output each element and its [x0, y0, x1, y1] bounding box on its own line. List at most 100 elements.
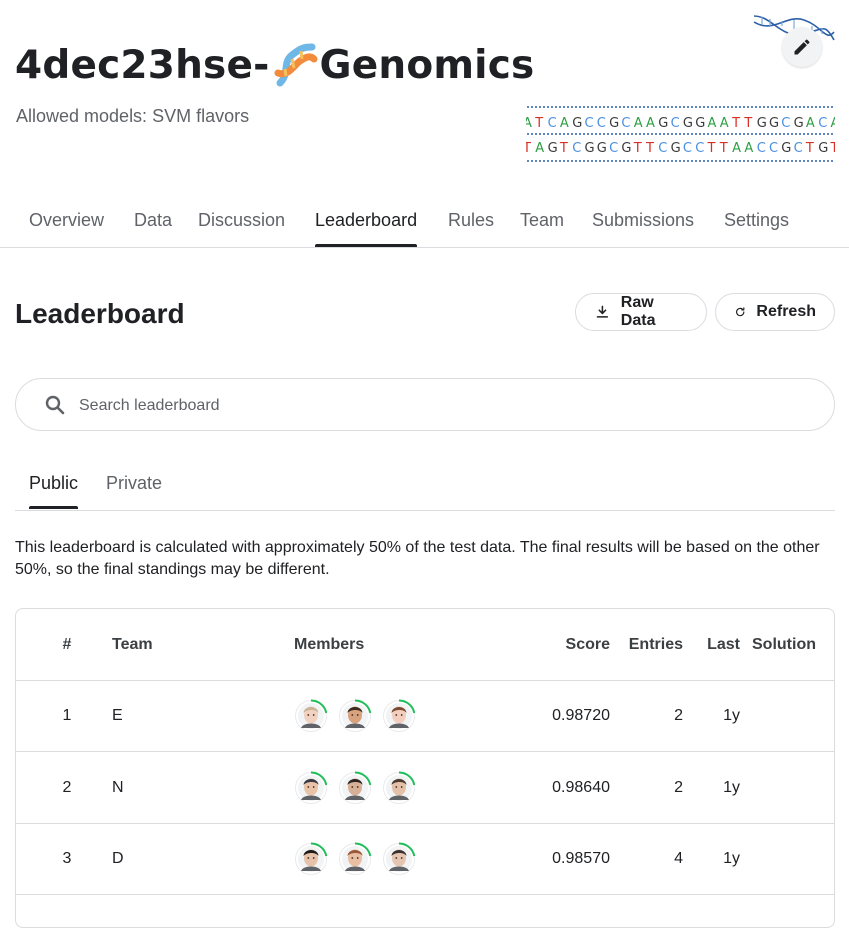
edit-button[interactable]	[782, 27, 822, 67]
tab-data[interactable]: Data	[134, 196, 172, 246]
dna-base-letter: G	[609, 116, 619, 131]
col-members: Members	[294, 635, 365, 653]
dna-base-letter: C	[609, 141, 618, 156]
leaderboard-scope-tabs: Public Private	[15, 460, 835, 511]
dna-sequence-banner: ATCAGCCGCAAGCGGAATTGGCGACA TAGTCGGCGTTCG…	[526, 104, 835, 164]
dna-base-letter: T	[731, 116, 740, 131]
dna-base-letter: T	[743, 116, 752, 131]
row-entries: 2	[674, 778, 683, 796]
title-prefix: 4dec23hse-	[15, 43, 270, 88]
tab-overview[interactable]: Overview	[29, 196, 104, 246]
search-input[interactable]	[77, 391, 781, 421]
row-members	[294, 752, 514, 823]
member-avatar[interactable]	[338, 841, 372, 876]
table-row[interactable]: 1 E 0.98720 2 1y	[16, 680, 834, 752]
dna-base-letter: G	[769, 116, 779, 131]
member-avatar[interactable]	[294, 841, 328, 876]
dna-base-letter: G	[585, 141, 595, 156]
dna-base-letter: G	[683, 116, 693, 131]
dna-base-letter: G	[757, 116, 767, 131]
tab-public[interactable]: Public	[29, 460, 79, 509]
dna-base-letter: G	[818, 141, 828, 156]
dna-base-letter: T	[645, 141, 654, 156]
dna-base-letter: T	[526, 141, 531, 156]
member-avatar[interactable]	[382, 841, 416, 876]
leaderboard-table: # Team Members Score Entries Last Soluti…	[15, 608, 835, 928]
dna-base-letter: T	[805, 141, 814, 156]
dna-base-letter: G	[781, 141, 791, 156]
dna-base-letter: G	[671, 141, 681, 156]
tab-leaderboard[interactable]: Leaderboard	[315, 196, 418, 247]
row-last: 1y	[723, 778, 740, 796]
table-row[interactable]: 2 N 0.98640 2 1y	[16, 752, 834, 824]
dna-base-letter: C	[597, 116, 606, 131]
member-avatar[interactable]	[338, 770, 372, 805]
dna-base-letter: T	[633, 141, 642, 156]
row-team-name[interactable]: E	[112, 680, 262, 751]
dna-base-letter: C	[695, 141, 704, 156]
row-entries: 2	[674, 706, 683, 724]
refresh-button[interactable]: Refresh	[715, 293, 835, 331]
table-row[interactable]	[16, 894, 834, 927]
row-rank: 2	[62, 778, 72, 796]
row-solution	[752, 752, 832, 823]
dna-base-letter: A	[634, 116, 643, 131]
tab-private[interactable]: Private	[106, 460, 162, 509]
row-last: 1y	[723, 706, 740, 724]
dna-base-letter: A	[806, 116, 815, 131]
dna-base-letter: G	[621, 141, 631, 156]
col-rank[interactable]: #	[16, 609, 118, 680]
tab-team[interactable]: Team	[520, 196, 564, 246]
dna-base-letter: G	[695, 116, 705, 131]
dna-base-letter: C	[621, 116, 630, 131]
competition-subtitle: Allowed models: SVM flavors	[16, 106, 250, 126]
dna-base-letter: G	[572, 116, 582, 131]
member-avatar[interactable]	[382, 698, 416, 733]
member-avatar[interactable]	[294, 770, 328, 805]
dna-base-letter: C	[671, 116, 680, 131]
row-score: 0.98640	[552, 778, 610, 796]
pencil-icon	[794, 39, 810, 55]
dna-base-letter: A	[526, 116, 532, 131]
dna-base-letter: C	[585, 116, 594, 131]
row-members	[294, 823, 514, 894]
dna-base-letter: C	[757, 141, 766, 156]
col-solution: Solution	[752, 635, 816, 653]
col-entries[interactable]: Entries	[626, 609, 683, 680]
table-header: # Team Members Score Entries Last Soluti…	[16, 609, 834, 681]
raw-data-button[interactable]: Raw Data	[575, 293, 707, 331]
tab-submissions[interactable]: Submissions	[592, 196, 694, 246]
dna-base-letter: A	[831, 116, 836, 131]
col-score[interactable]: Score	[496, 609, 610, 680]
member-avatar[interactable]	[338, 698, 372, 733]
dna-base-letter: A	[535, 141, 544, 156]
col-team[interactable]: Team	[112, 609, 262, 680]
row-solution	[752, 680, 832, 751]
member-avatar[interactable]	[294, 698, 328, 733]
page-title: 4dec23hse- Genomics	[15, 40, 534, 92]
dna-base-letter: A	[646, 116, 655, 131]
col-last[interactable]: Last	[706, 609, 740, 680]
leaderboard-search	[15, 378, 835, 431]
member-avatar[interactable]	[382, 770, 416, 805]
dna-base-letter: C	[794, 141, 803, 156]
tab-discussion[interactable]: Discussion	[198, 196, 285, 246]
tab-settings[interactable]: Settings	[724, 196, 789, 246]
row-team-name[interactable]: N	[112, 752, 262, 823]
download-icon	[596, 305, 609, 318]
dna-base-letter: C	[548, 116, 557, 131]
dna-base-letter: C	[781, 116, 790, 131]
refresh-icon	[736, 307, 745, 317]
dna-base-letter: T	[559, 141, 568, 156]
row-rank: 1	[62, 706, 72, 724]
tab-rules[interactable]: Rules	[448, 196, 494, 246]
row-team-name[interactable]: D	[112, 823, 262, 894]
search-icon	[45, 395, 65, 415]
row-score: 0.98570	[552, 849, 610, 867]
dna-base-letter: A	[708, 116, 717, 131]
dna-base-letter: G	[597, 141, 607, 156]
dna-base-letter: C	[769, 141, 778, 156]
dna-base-letter: C	[658, 141, 667, 156]
raw-data-label: Raw Data	[620, 294, 656, 329]
table-row[interactable]: 3 D 0.98570 4 1y	[16, 823, 834, 895]
